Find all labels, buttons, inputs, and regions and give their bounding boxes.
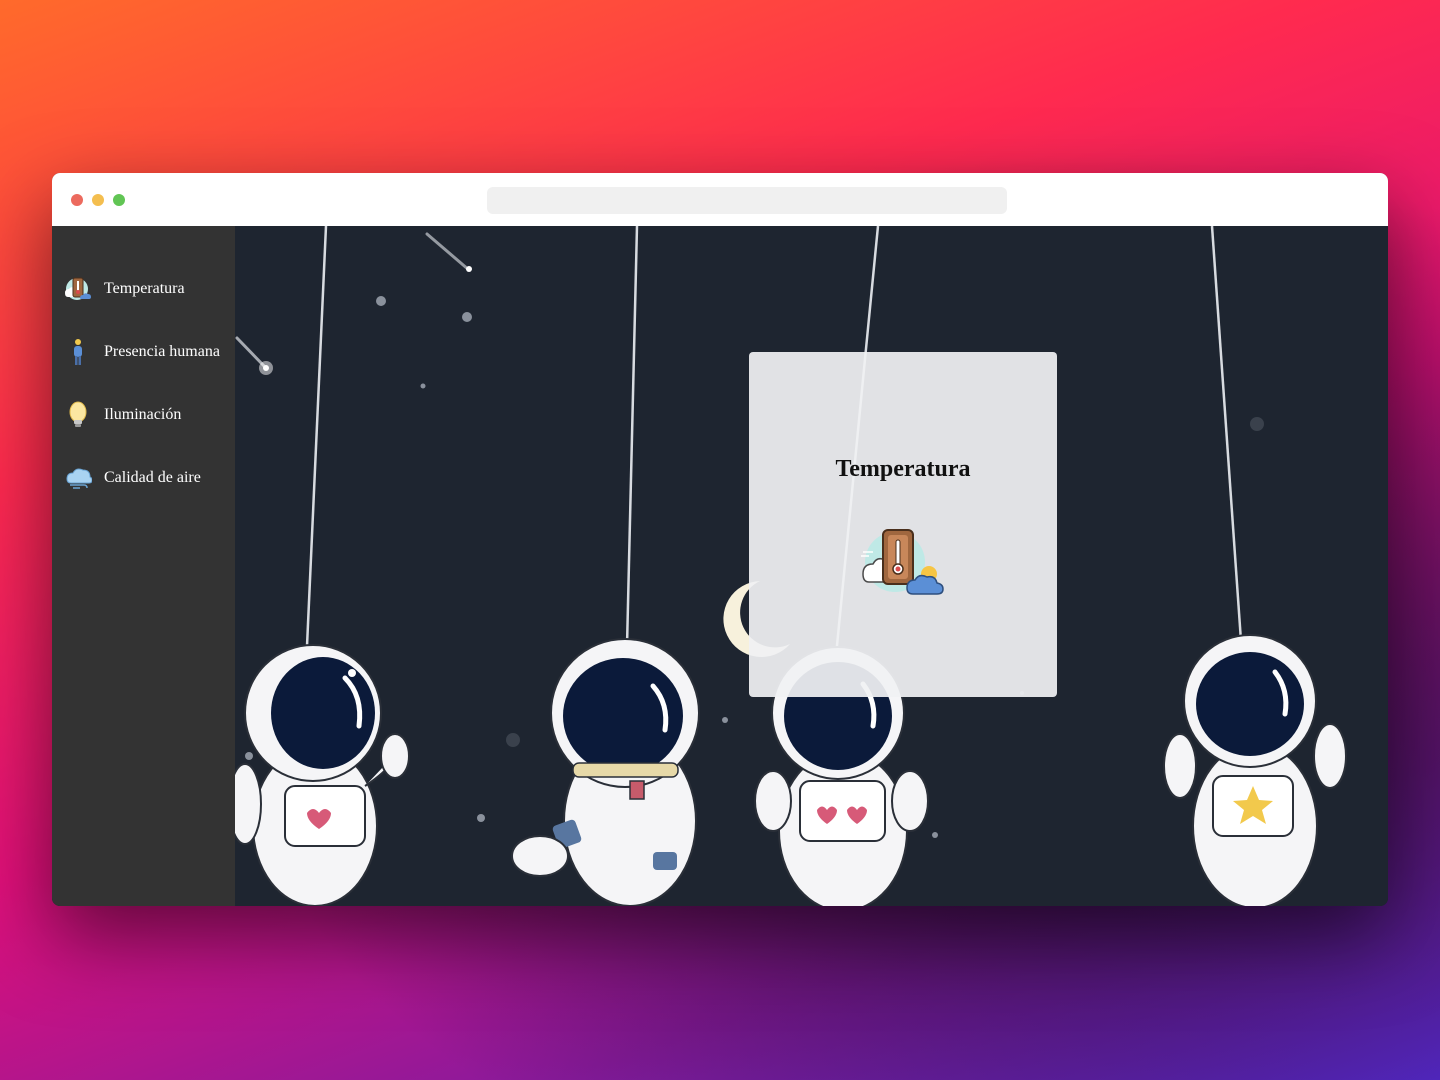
person-icon (74, 339, 82, 365)
wind-cloud-icon (66, 468, 92, 489)
card-title: Temperatura (835, 456, 971, 482)
minimize-window-button[interactable] (92, 194, 104, 206)
sidebar: Temperatura Presencia humana Iluminación (52, 226, 235, 906)
sidebar-item-presencia-humana[interactable]: Presencia humana (64, 335, 235, 369)
close-window-button[interactable] (71, 194, 83, 206)
sidebar-item-temperatura[interactable]: Temperatura (64, 272, 235, 306)
light-bulb-icon (69, 401, 87, 427)
page-content: Temperatura Temperatura Presencia humana… (52, 226, 1388, 906)
maximize-window-button[interactable] (113, 194, 125, 206)
sidebar-item-label: Presencia humana (104, 343, 220, 360)
sidebar-item-label: Iluminación (104, 406, 182, 423)
space-astronaut-background: Temperatura (228, 226, 1388, 906)
address-bar[interactable] (487, 187, 1007, 214)
browser-titlebar (52, 173, 1388, 226)
sidebar-item-iluminacion[interactable]: Iluminación (64, 398, 235, 432)
sidebar-item-label: Temperatura (104, 280, 185, 297)
sidebar-item-label: Calidad de aire (104, 469, 201, 486)
browser-window: Temperatura Temperatura Presencia humana… (52, 173, 1388, 906)
sidebar-item-calidad-de-aire[interactable]: Calidad de aire (64, 461, 235, 495)
thermometer-weather-icon (65, 277, 91, 300)
thermometer-weather-icon (861, 529, 944, 595)
temperature-card[interactable]: Temperatura (749, 352, 1057, 697)
